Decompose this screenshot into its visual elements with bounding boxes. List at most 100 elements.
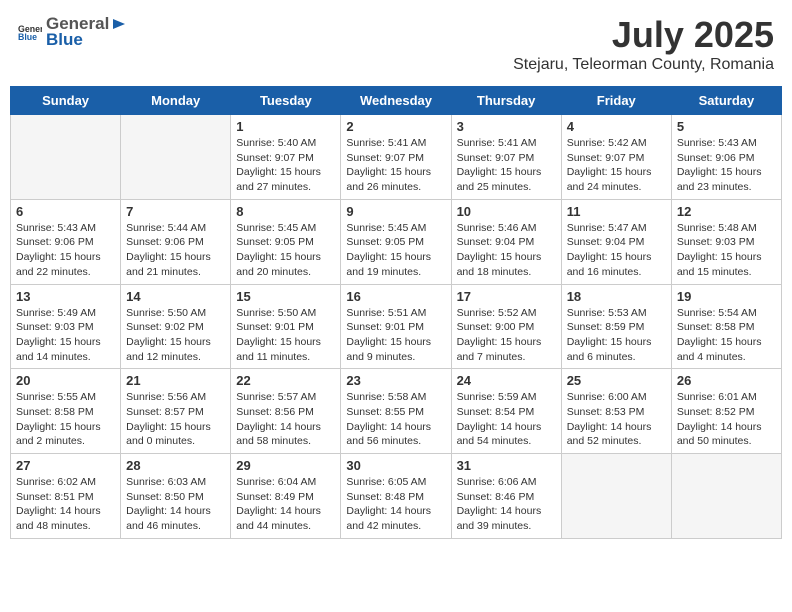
weekday-header-wednesday: Wednesday [341,87,451,115]
weekday-header-saturday: Saturday [671,87,781,115]
location-subtitle: Stejaru, Teleorman County, Romania [513,56,774,74]
day-number: 7 [126,204,225,219]
day-number: 23 [346,373,445,388]
day-info: Sunrise: 5:55 AM Sunset: 8:58 PM Dayligh… [16,390,115,449]
calendar-cell: 24 Sunrise: 5:59 AM Sunset: 8:54 PM Dayli… [451,369,561,454]
calendar-cell: 18Sunrise: 5:53 AM Sunset: 8:59 PM Dayli… [561,284,671,369]
day-info: Sunrise: 5:42 AM Sunset: 9:07 PM Dayligh… [567,136,666,195]
day-number: 20 [16,373,115,388]
day-info: Sunrise: 5:44 AM Sunset: 9:06 PM Dayligh… [126,221,225,280]
calendar-cell: 23 Sunrise: 5:58 AM Sunset: 8:55 PM Dayli… [341,369,451,454]
day-info: Sunrise: 6:04 AM Sunset: 8:49 PM Dayligh… [236,475,335,534]
day-number: 5 [677,119,776,134]
calendar-cell: 10Sunrise: 5:46 AM Sunset: 9:04 PM Dayli… [451,199,561,284]
calendar-cell [671,454,781,539]
day-number: 17 [457,289,556,304]
day-number: 27 [16,458,115,473]
logo-icon: General Blue [18,22,42,42]
weekday-header-friday: Friday [561,87,671,115]
calendar-cell [121,115,231,200]
day-info: Sunrise: 5:51 AM Sunset: 9:01 PM Dayligh… [346,306,445,365]
calendar-cell: 12 Sunrise: 5:48 AM Sunset: 9:03 PM Dayli… [671,199,781,284]
title-block: July 2025 Stejaru, Teleorman County, Rom… [513,14,774,74]
day-number: 6 [16,204,115,219]
day-number: 28 [126,458,225,473]
day-info: Sunrise: 5:43 AM Sunset: 9:06 PM Dayligh… [677,136,776,195]
calendar-cell: 27 Sunrise: 6:02 AM Sunset: 8:51 PM Dayli… [11,454,121,539]
calendar-cell [11,115,121,200]
day-number: 19 [677,289,776,304]
calendar-week-row: 13Sunrise: 5:49 AM Sunset: 9:03 PM Dayli… [11,284,782,369]
calendar-cell: 26 Sunrise: 6:01 AM Sunset: 8:52 PM Dayli… [671,369,781,454]
day-info: Sunrise: 5:43 AM Sunset: 9:06 PM Dayligh… [16,221,115,280]
calendar-cell: 17Sunrise: 5:52 AM Sunset: 9:00 PM Dayli… [451,284,561,369]
calendar-cell: 21 Sunrise: 5:56 AM Sunset: 8:57 PM Dayli… [121,369,231,454]
calendar-cell: 16Sunrise: 5:51 AM Sunset: 9:01 PM Dayli… [341,284,451,369]
day-number: 26 [677,373,776,388]
logo: General Blue General Blue [18,14,127,50]
calendar-cell: 13Sunrise: 5:49 AM Sunset: 9:03 PM Dayli… [11,284,121,369]
calendar-cell: 2 Sunrise: 5:41 AM Sunset: 9:07 PM Daylig… [341,115,451,200]
calendar-cell: 19 Sunrise: 5:54 AM Sunset: 8:58 PM Dayli… [671,284,781,369]
calendar-cell: 22 Sunrise: 5:57 AM Sunset: 8:56 PM Dayli… [231,369,341,454]
day-number: 31 [457,458,556,473]
calendar-cell: 29 Sunrise: 6:04 AM Sunset: 8:49 PM Dayli… [231,454,341,539]
day-number: 13 [16,289,115,304]
day-info: Sunrise: 6:00 AM Sunset: 8:53 PM Dayligh… [567,390,666,449]
calendar-week-row: 27 Sunrise: 6:02 AM Sunset: 8:51 PM Dayli… [11,454,782,539]
day-number: 11 [567,204,666,219]
day-info: Sunrise: 5:40 AM Sunset: 9:07 PM Dayligh… [236,136,335,195]
day-info: Sunrise: 5:50 AM Sunset: 9:01 PM Dayligh… [236,306,335,365]
day-number: 4 [567,119,666,134]
day-number: 24 [457,373,556,388]
calendar-table: SundayMondayTuesdayWednesdayThursdayFrid… [10,86,782,539]
calendar-week-row: 1 Sunrise: 5:40 AM Sunset: 9:07 PM Daylig… [11,115,782,200]
day-number: 2 [346,119,445,134]
day-number: 25 [567,373,666,388]
calendar-cell: 5 Sunrise: 5:43 AM Sunset: 9:06 PM Daylig… [671,115,781,200]
day-number: 1 [236,119,335,134]
month-year-title: July 2025 [513,14,774,56]
weekday-header-sunday: Sunday [11,87,121,115]
day-info: Sunrise: 5:58 AM Sunset: 8:55 PM Dayligh… [346,390,445,449]
day-info: Sunrise: 6:02 AM Sunset: 8:51 PM Dayligh… [16,475,115,534]
calendar-cell: 6 Sunrise: 5:43 AM Sunset: 9:06 PM Daylig… [11,199,121,284]
calendar-cell: 30 Sunrise: 6:05 AM Sunset: 8:48 PM Dayli… [341,454,451,539]
day-number: 21 [126,373,225,388]
day-info: Sunrise: 6:03 AM Sunset: 8:50 PM Dayligh… [126,475,225,534]
calendar-cell: 14Sunrise: 5:50 AM Sunset: 9:02 PM Dayli… [121,284,231,369]
day-number: 8 [236,204,335,219]
weekday-header-monday: Monday [121,87,231,115]
day-info: Sunrise: 5:56 AM Sunset: 8:57 PM Dayligh… [126,390,225,449]
day-info: Sunrise: 6:05 AM Sunset: 8:48 PM Dayligh… [346,475,445,534]
day-number: 29 [236,458,335,473]
day-info: Sunrise: 5:41 AM Sunset: 9:07 PM Dayligh… [346,136,445,195]
calendar-cell: 11 Sunrise: 5:47 AM Sunset: 9:04 PM Dayli… [561,199,671,284]
calendar-cell: 4 Sunrise: 5:42 AM Sunset: 9:07 PM Daylig… [561,115,671,200]
calendar-week-row: 20 Sunrise: 5:55 AM Sunset: 8:58 PM Dayli… [11,369,782,454]
day-info: Sunrise: 5:45 AM Sunset: 9:05 PM Dayligh… [236,221,335,280]
calendar-cell: 15Sunrise: 5:50 AM Sunset: 9:01 PM Dayli… [231,284,341,369]
day-number: 12 [677,204,776,219]
day-info: Sunrise: 5:57 AM Sunset: 8:56 PM Dayligh… [236,390,335,449]
calendar-week-row: 6 Sunrise: 5:43 AM Sunset: 9:06 PM Daylig… [11,199,782,284]
day-number: 3 [457,119,556,134]
day-number: 18 [567,289,666,304]
day-info: Sunrise: 5:47 AM Sunset: 9:04 PM Dayligh… [567,221,666,280]
weekday-header-tuesday: Tuesday [231,87,341,115]
day-info: Sunrise: 5:54 AM Sunset: 8:58 PM Dayligh… [677,306,776,365]
day-number: 9 [346,204,445,219]
page-header: General Blue General Blue July 2025 Stej… [10,10,782,78]
day-info: Sunrise: 5:59 AM Sunset: 8:54 PM Dayligh… [457,390,556,449]
calendar-cell: 1 Sunrise: 5:40 AM Sunset: 9:07 PM Daylig… [231,115,341,200]
day-number: 22 [236,373,335,388]
calendar-cell: 8 Sunrise: 5:45 AM Sunset: 9:05 PM Daylig… [231,199,341,284]
day-number: 30 [346,458,445,473]
calendar-cell: 20 Sunrise: 5:55 AM Sunset: 8:58 PM Dayli… [11,369,121,454]
day-number: 14 [126,289,225,304]
calendar-cell: 28 Sunrise: 6:03 AM Sunset: 8:50 PM Dayli… [121,454,231,539]
day-info: Sunrise: 5:48 AM Sunset: 9:03 PM Dayligh… [677,221,776,280]
calendar-cell: 25 Sunrise: 6:00 AM Sunset: 8:53 PM Dayli… [561,369,671,454]
calendar-cell: 9Sunrise: 5:45 AM Sunset: 9:05 PM Daylig… [341,199,451,284]
day-info: Sunrise: 6:01 AM Sunset: 8:52 PM Dayligh… [677,390,776,449]
